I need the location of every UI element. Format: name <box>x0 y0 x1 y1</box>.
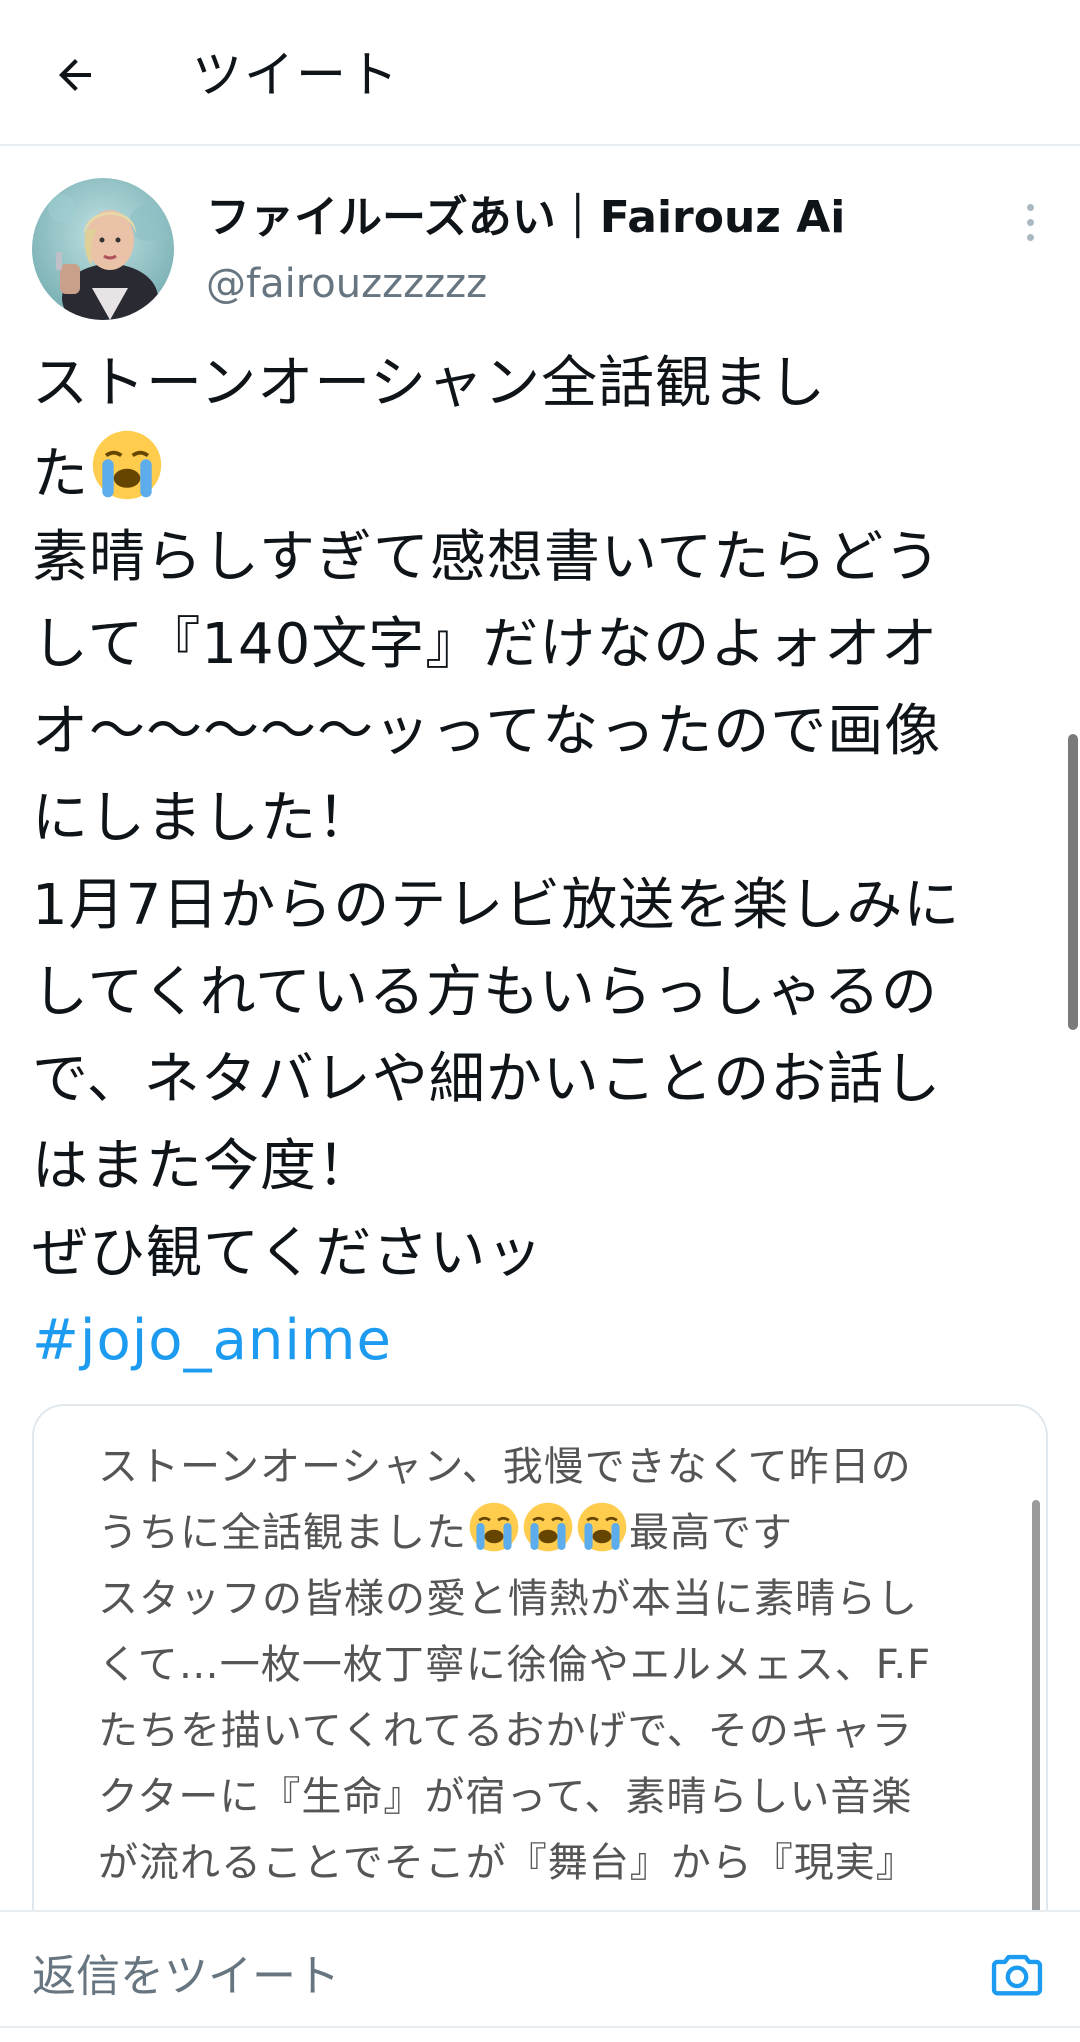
arrow-left-icon <box>59 59 91 91</box>
image-line: うちに全話観ました 最高です <box>98 1500 1018 1566</box>
profile-photo <box>32 178 174 320</box>
loudly-crying-face-icon <box>577 1502 627 1552</box>
tweet-line: た <box>32 427 1052 514</box>
tweet-line: オ〜〜〜〜〜ッってなったので画像 <box>32 699 942 764</box>
image-line: クターに『生命』が宿って、素晴らしい音楽 <box>98 1774 913 1820</box>
image-line: たちを描いてくれてるおかげで、そのキャラ <box>98 1708 913 1754</box>
more-vertical-icon <box>1026 203 1034 211</box>
tweet-line: 素晴らしすぎて感想書いてたらどう <box>32 525 942 590</box>
image-line: スタッフの皆様の愛と情熱が本当に素晴らし <box>98 1576 918 1622</box>
reply-bar: 返信をツイート <box>0 1910 1080 2042</box>
camera-button[interactable] <box>985 1942 1049 2006</box>
loudly-crying-face-icon <box>469 1502 519 1552</box>
tweet-line: で、ネタバレや細かいことのお話し <box>32 1047 942 1112</box>
hashtag-link[interactable]: #jojo_anime <box>32 1297 1052 1384</box>
tweet-line: ストーンオーシャン全話観まし <box>32 351 827 416</box>
loudly-crying-face-icon <box>523 1502 573 1552</box>
tweet-line: にしました！ <box>32 786 374 851</box>
image-line: くて…一枚一枚丁寧に徐倫やエルメェス、F.F <box>98 1642 932 1688</box>
tweet-line: ぜひ観てくださいッ <box>32 1221 544 1286</box>
loudly-crying-face-icon <box>92 430 162 500</box>
image-line-text: うちに全話観ました <box>98 1510 467 1556</box>
tweet-text: ストーンオーシャン全話観まし た 素晴らしすぎて感想書いてたらどう して『140… <box>32 340 1052 1384</box>
image-scrollbar <box>1032 1500 1040 1920</box>
display-name[interactable]: ファイルーズあい｜Fairouz Ai <box>206 188 845 248</box>
tweet-line: 1月7日からのテレビ放送を楽しみに <box>32 873 961 938</box>
tweet-line-text: た <box>32 442 89 507</box>
image-line: が流れることでそこが『舞台』から『現実』 <box>98 1840 917 1886</box>
more-dot <box>1026 233 1034 241</box>
avatar[interactable] <box>32 178 174 320</box>
tweet-line: はまた今度！ <box>32 1134 374 1199</box>
more-dot <box>1026 218 1034 226</box>
page-title: ツイート <box>192 46 400 104</box>
tweet-line: してくれている方もいらっしゃるの <box>32 960 938 1025</box>
top-bar: ツイート <box>0 0 1080 146</box>
camera-icon <box>991 1954 1043 1996</box>
divider <box>0 2026 1080 2028</box>
image-line: ストーンオーシャン、我慢できなくて昨日の <box>98 1444 912 1490</box>
image-line-text: 最高です <box>629 1510 793 1556</box>
page-scrollbar[interactable] <box>1068 734 1078 1030</box>
tweet-image-card[interactable]: ストーンオーシャン、我慢できなくて昨日の うちに全話観ました 最高です スタッフの… <box>32 1404 1048 1924</box>
back-button[interactable] <box>40 40 110 110</box>
reply-input[interactable]: 返信をツイート <box>32 1942 340 2012</box>
image-text: ストーンオーシャン、我慢できなくて昨日の うちに全話観ました 最高です スタッフの… <box>98 1434 1018 1896</box>
user-handle[interactable]: @fairouzzzzzz <box>206 256 487 312</box>
tweet-detail-page: ツイート ファイルーズあい｜Fairouz Ai @fairouzzzzzz ス… <box>0 0 1080 2042</box>
tweet-line: して『140文字』だけなのよォオオ <box>32 612 939 677</box>
more-options-button[interactable] <box>1010 196 1050 248</box>
